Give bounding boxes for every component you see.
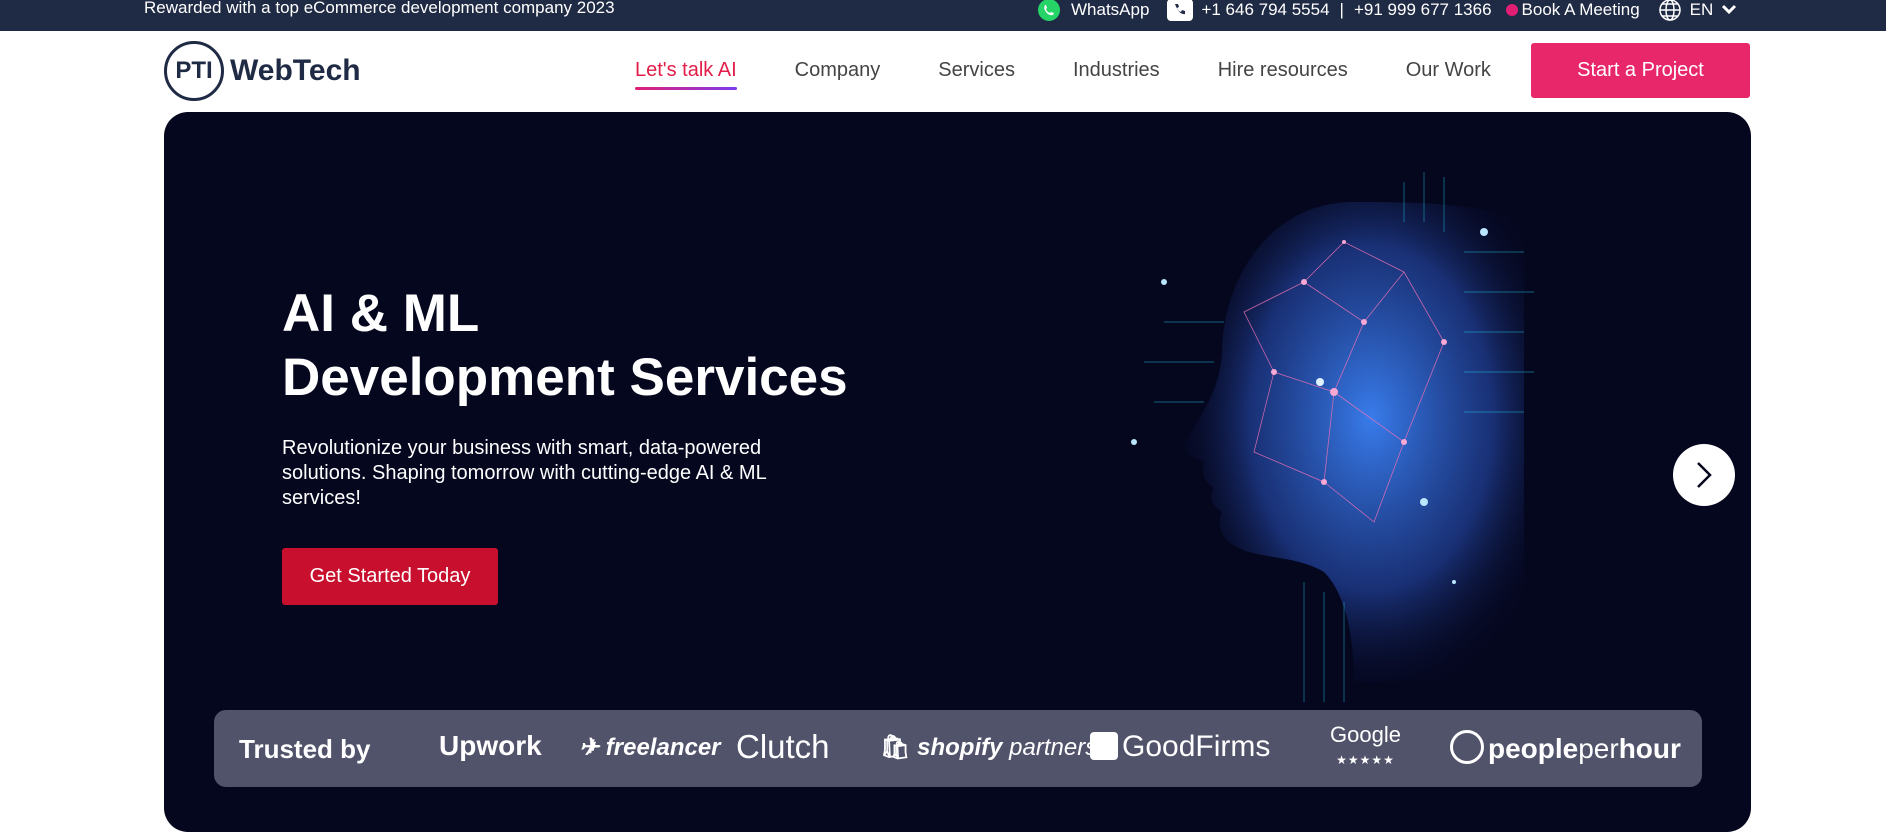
nav-item-industries[interactable]: Industries xyxy=(1073,59,1160,82)
next-slide-button[interactable] xyxy=(1673,444,1735,506)
language-selector[interactable]: EN xyxy=(1690,0,1714,20)
pph-per-text: per xyxy=(1578,733,1619,764)
book-meeting-link[interactable]: Book A Meeting xyxy=(1522,0,1640,20)
goodfirms-logo: GoodFirms xyxy=(1090,730,1270,764)
rating-stars-icon: ★★★★★ xyxy=(1336,753,1395,767)
google-text: Google xyxy=(1330,722,1401,747)
hero-title-line1: AI & ML xyxy=(282,284,480,343)
smiley-icon xyxy=(1450,730,1484,764)
hero-title: AI & ML Development Services xyxy=(282,282,848,410)
nav-menu: Let's talk AI Company Services Industrie… xyxy=(635,59,1549,90)
phone-separator: | xyxy=(1339,0,1344,19)
logo[interactable]: PTI WebTech xyxy=(164,41,361,101)
nav-item-our-work[interactable]: Our Work xyxy=(1406,59,1491,82)
phone-us-link[interactable]: +1 646 794 5554 xyxy=(1201,0,1329,20)
active-underline xyxy=(635,87,737,90)
upwork-logo: Upwork xyxy=(439,730,542,761)
hero-title-line2: Development Services xyxy=(282,348,848,407)
clutch-logo: Clutch xyxy=(736,728,830,765)
nav-item-lets-talk-ai[interactable]: Let's talk AI xyxy=(635,59,737,90)
phone-icon xyxy=(1167,0,1194,21)
google-rating-logo: Google ★★★★★ xyxy=(1330,724,1401,771)
main-nav: PTI WebTech Let's talk AI Company Servic… xyxy=(0,31,1886,111)
goodfirms-icon xyxy=(1090,732,1118,760)
whatsapp-icon xyxy=(1035,0,1063,22)
shopify-partners-logo: 🛍 shopify partners xyxy=(880,733,1097,762)
globe-icon xyxy=(1658,0,1682,22)
nav-item-company[interactable]: Company xyxy=(795,59,881,82)
start-project-button[interactable]: Start a Project xyxy=(1531,43,1750,98)
get-started-button[interactable]: Get Started Today xyxy=(282,548,498,605)
trusted-by-label: Trusted by xyxy=(239,734,371,764)
ai-face-illustration xyxy=(1131,172,1534,702)
nav-item-label: Let's talk AI xyxy=(635,59,737,81)
freelancer-logo: ✈ freelancer xyxy=(579,733,721,762)
nav-item-hire-resources[interactable]: Hire resources xyxy=(1218,59,1348,82)
hero-banner: AI & ML Development Services Revolutioni… xyxy=(164,112,1751,832)
goodfirms-text: GoodFirms xyxy=(1122,730,1271,763)
shopify-text: shopify xyxy=(917,734,1003,761)
freelancer-text: freelancer xyxy=(605,734,721,761)
hero-subtitle: Revolutionize your business with smart, … xyxy=(282,437,766,509)
freelancer-bird-icon: ✈ xyxy=(579,734,606,761)
chevron-down-icon[interactable] xyxy=(1721,4,1737,16)
partners-text: partners xyxy=(1009,734,1098,761)
phone-in-link[interactable]: +91 999 677 1366 xyxy=(1354,0,1492,20)
pph-people-text: people xyxy=(1488,733,1579,764)
award-text: Rewarded with a top eCommerce developmen… xyxy=(144,0,615,17)
whatsapp-label: WhatsApp xyxy=(1071,0,1150,19)
topbar-contacts: WhatsApp +1 646 794 5554 | +91 999 677 1… xyxy=(1035,0,1737,22)
whatsapp-link[interactable]: WhatsApp xyxy=(1035,0,1149,22)
shopify-bag-icon: 🛍 xyxy=(880,734,911,761)
top-bar: Rewarded with a top eCommerce developmen… xyxy=(0,0,1886,31)
trusted-by-strip: Trusted by Upwork ✈ freelancer Clutch 🛍 … xyxy=(214,710,1702,787)
logo-mark: PTI xyxy=(164,41,224,101)
pph-hour-text: hour xyxy=(1618,733,1681,764)
logo-name: WebTech xyxy=(230,54,361,87)
chevron-right-icon xyxy=(1697,462,1712,488)
peopleperhour-logo: peopleperhour xyxy=(1450,730,1681,765)
nav-item-services[interactable]: Services xyxy=(938,59,1015,82)
meeting-dot-icon xyxy=(1505,4,1518,16)
